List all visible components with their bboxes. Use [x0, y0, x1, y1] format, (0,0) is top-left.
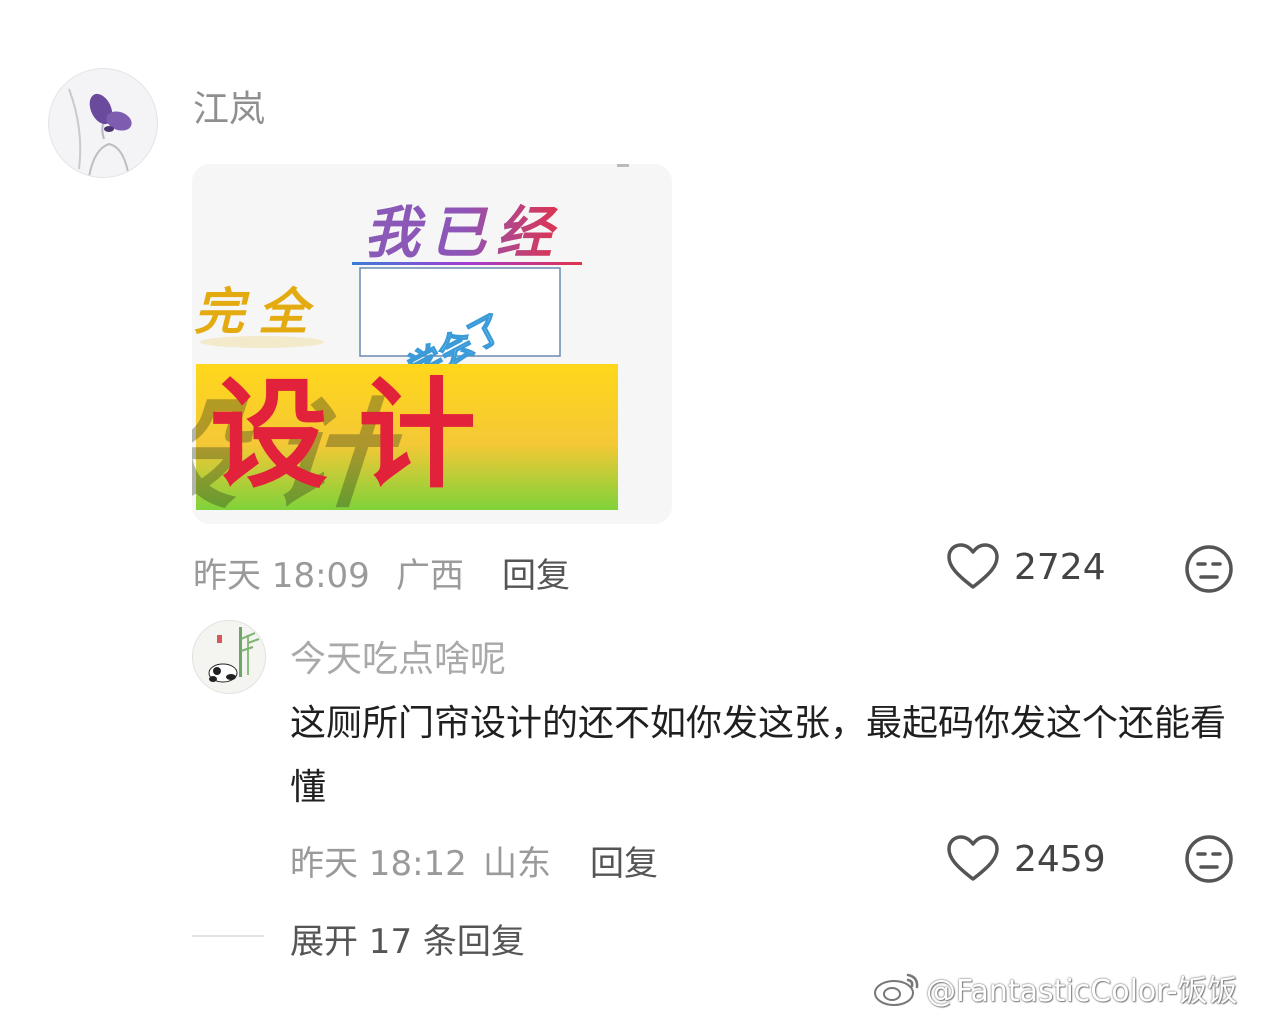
reply-location: 山东: [483, 844, 551, 884]
reply-like-count: 2459: [1014, 838, 1106, 880]
meme-text-line2a: 完全: [194, 282, 322, 341]
heart-outline-icon: [947, 543, 999, 589]
comment-location: 广西: [396, 556, 464, 596]
reply-time: 昨天 18:12: [290, 844, 467, 884]
dislike-button[interactable]: [1184, 544, 1234, 598]
avatar[interactable]: [48, 68, 158, 178]
reply-button[interactable]: 回复: [502, 548, 570, 597]
meme-text-line1: 我已经: [364, 200, 562, 266]
expand-replies-button[interactable]: 展开 17 条回复: [290, 914, 525, 963]
expand-divider: [192, 935, 264, 937]
reply-like-button[interactable]: 2459: [946, 834, 1106, 884]
watermark: @FantasticColor-饭饭: [872, 966, 1238, 1010]
reply-avatar[interactable]: [192, 620, 266, 694]
panda-bamboo-avatar-image: [208, 627, 260, 683]
neutral-face-icon: [1185, 545, 1233, 593]
like-count: 2724: [1014, 546, 1106, 588]
neutral-face-icon: [1185, 835, 1233, 883]
reply-dislike-button[interactable]: [1184, 834, 1234, 888]
comment-time: 昨天 18:09: [193, 556, 370, 596]
watermark-text: @FantasticColor-饭饭: [926, 974, 1238, 1009]
comment-image[interactable]: 我已经 完全 学会了 设计 设计: [192, 164, 672, 524]
reply-text: 这厕所门帘设计的还不如你发这张，最起码你发这个还能看懂: [290, 703, 1227, 808]
butterfly-avatar-image: [68, 88, 132, 177]
reply-username[interactable]: 今天吃点啥呢: [290, 630, 506, 682]
reply-reply-button[interactable]: 回复: [590, 836, 658, 885]
comment-username[interactable]: 江岚: [193, 80, 265, 132]
heart-outline-icon: [947, 835, 999, 881]
meme-text-line3: 设计: [210, 365, 506, 504]
weibo-logo-icon: [874, 973, 919, 1006]
like-button[interactable]: 2724: [946, 542, 1106, 592]
meme-image: 我已经 完全 学会了 设计 设计: [192, 164, 672, 524]
